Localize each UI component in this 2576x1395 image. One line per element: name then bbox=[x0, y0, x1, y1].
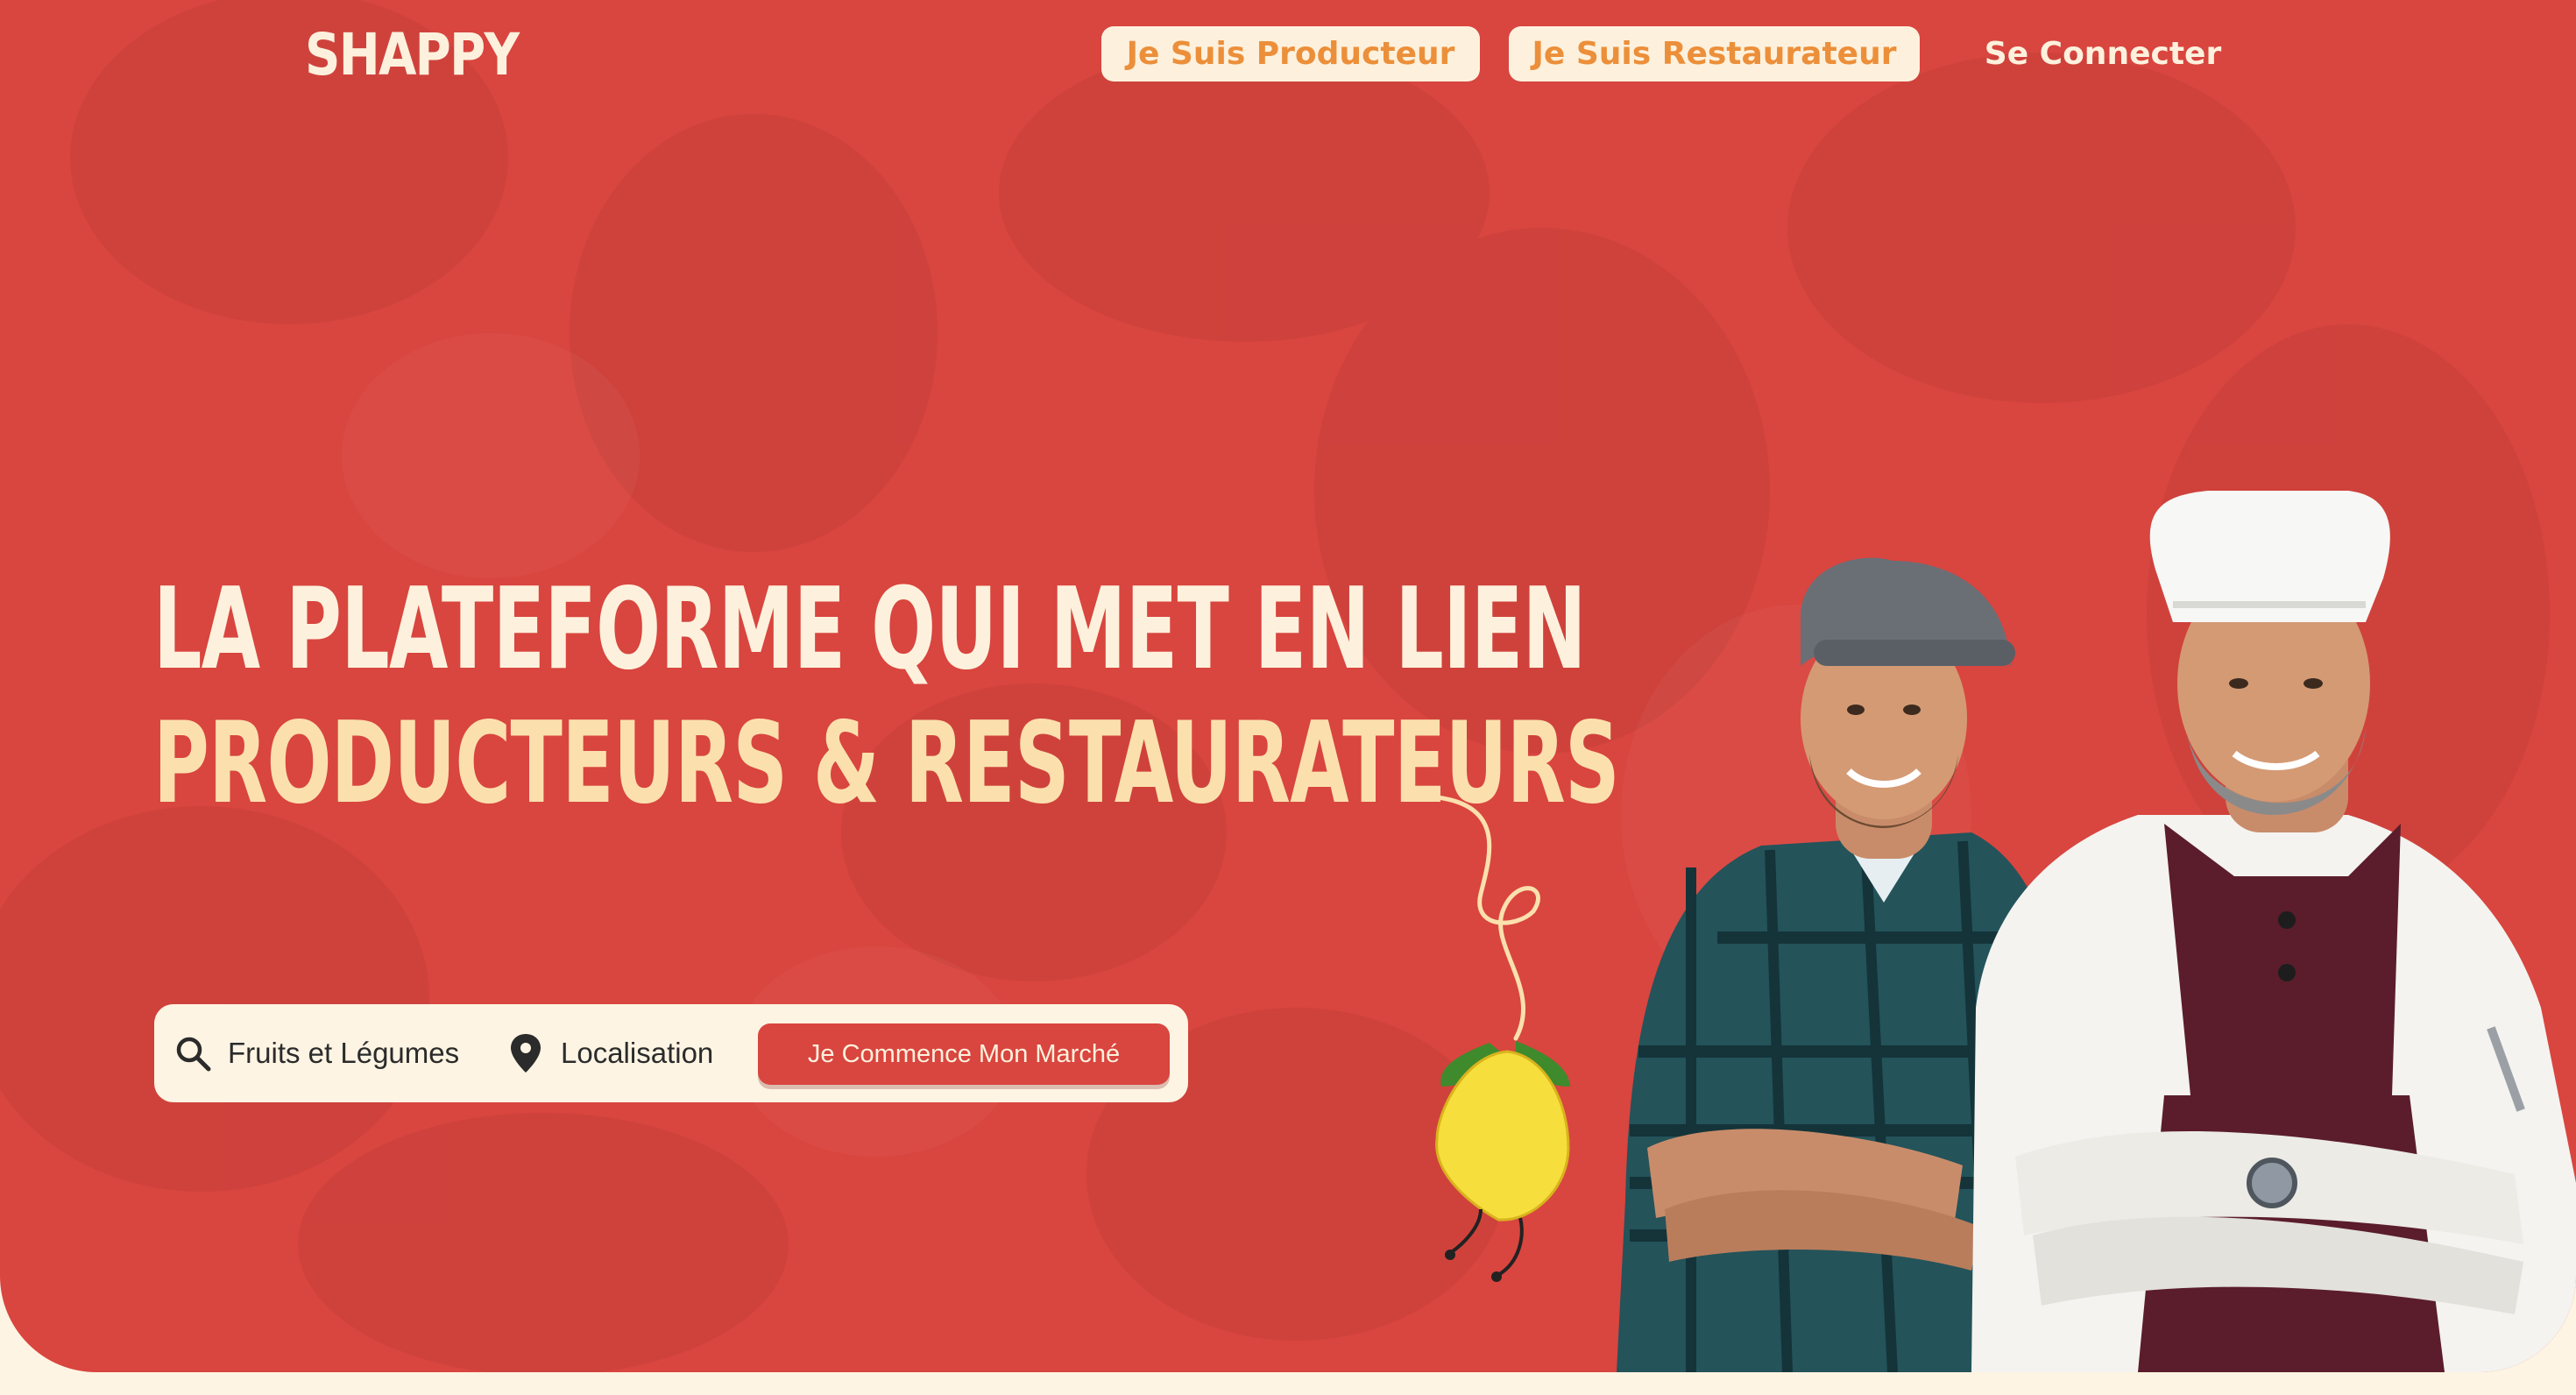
chef-photo bbox=[1971, 491, 2576, 1372]
hero-section: SHAPPY Je Suis Producteur Je Suis Restau… bbox=[0, 0, 2576, 1372]
hero-illustration bbox=[1434, 491, 2576, 1372]
lemon-mascot-icon bbox=[1434, 795, 1570, 1282]
